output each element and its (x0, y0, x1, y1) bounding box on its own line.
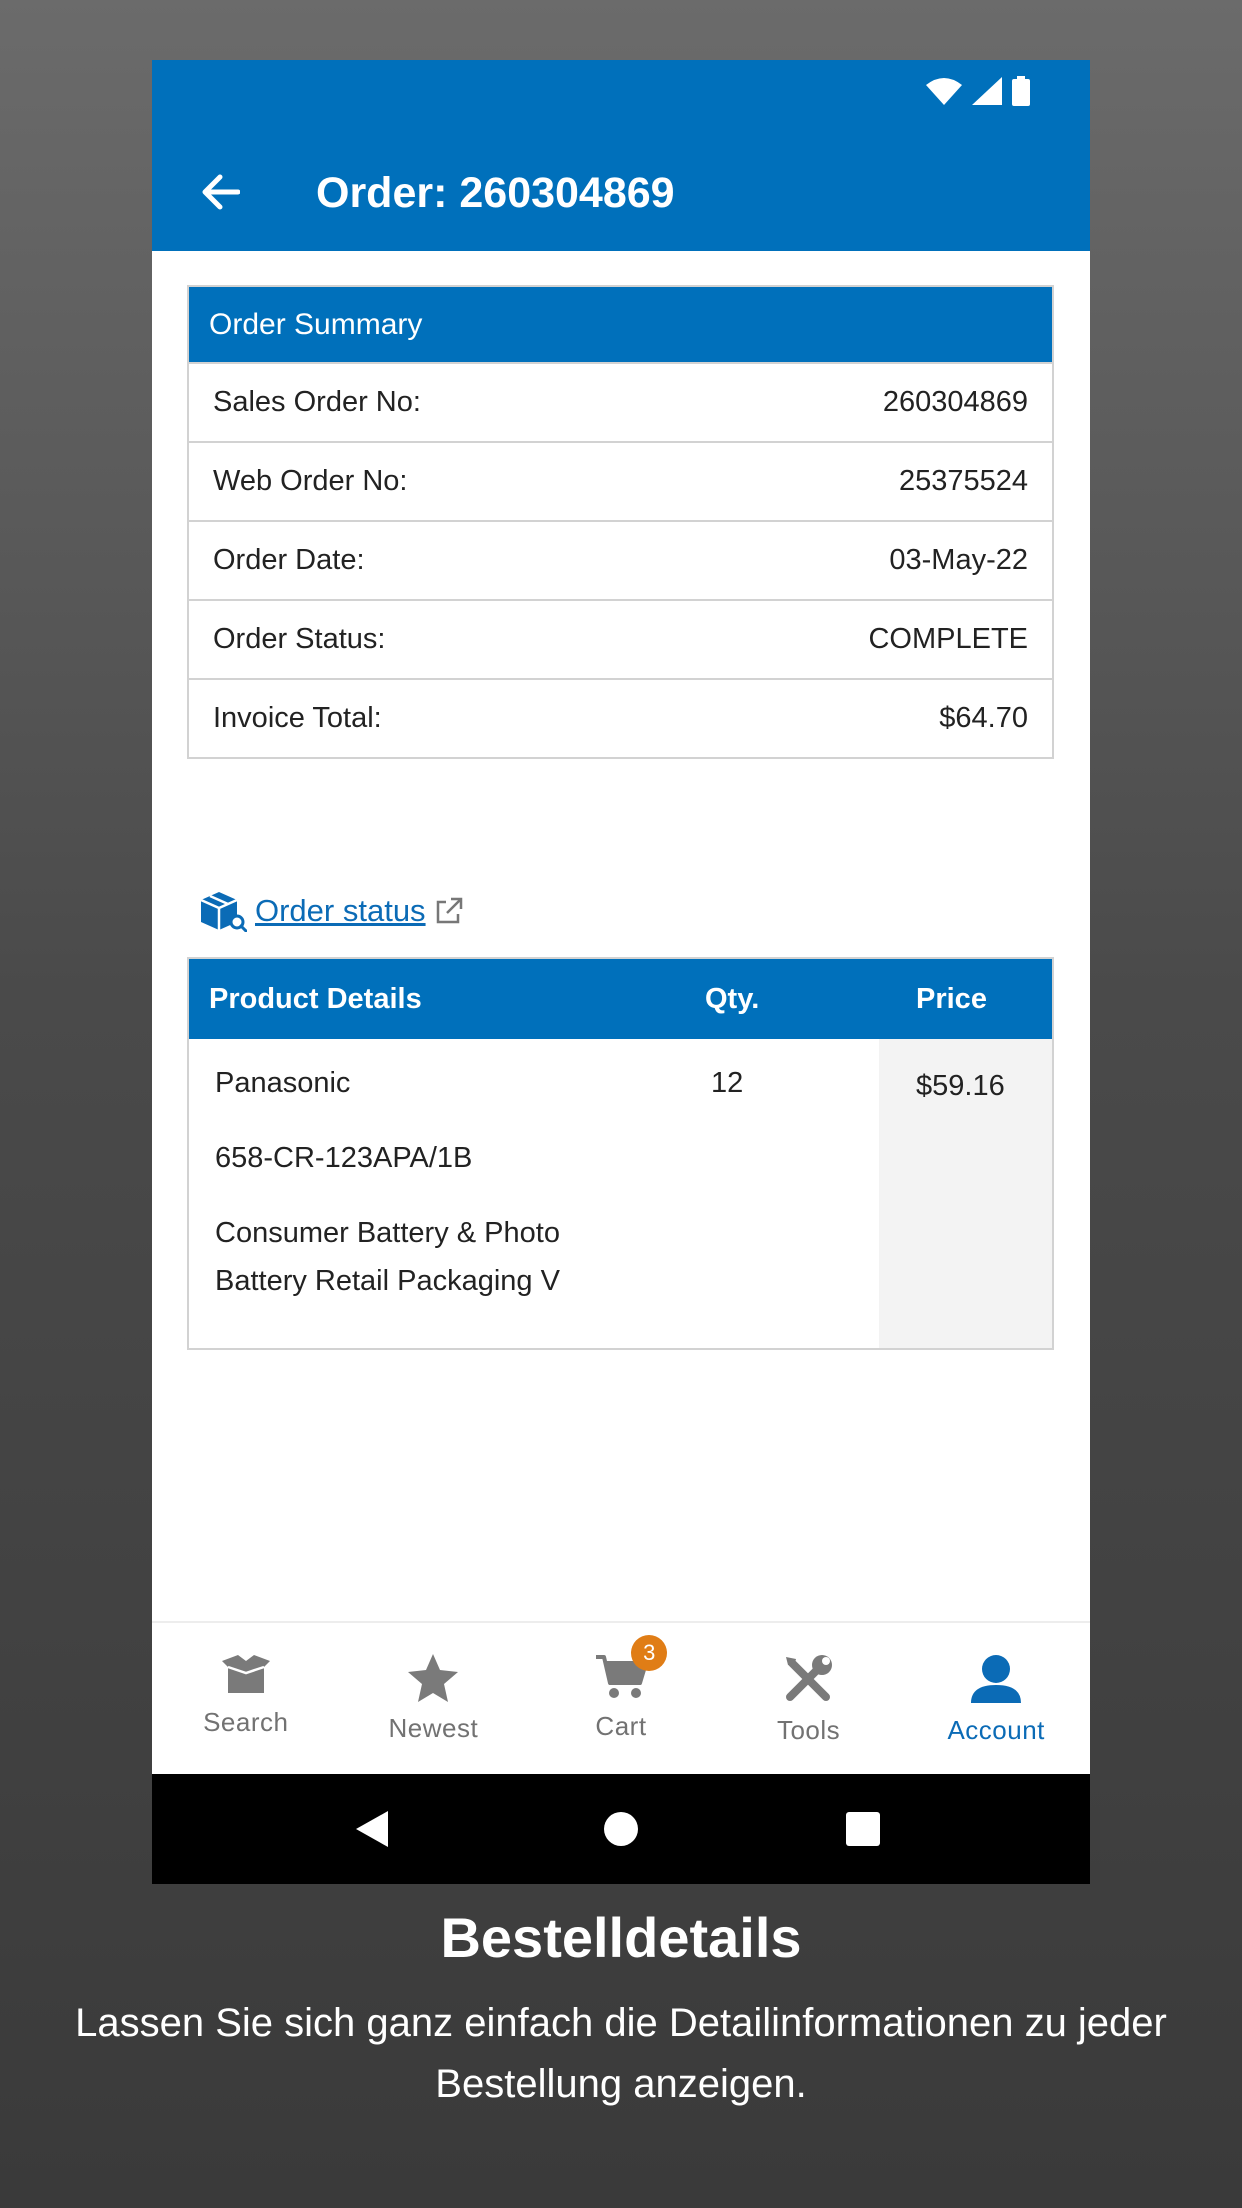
system-navigation-bar (152, 1774, 1090, 1884)
order-status-link[interactable]: Order status (197, 890, 464, 932)
order-summary-heading: Order Summary (189, 287, 1052, 362)
back-button[interactable] (190, 162, 250, 222)
order-summary-card: Order Summary Sales Order No: 260304869 … (187, 285, 1054, 759)
nav-label: Search (203, 1707, 289, 1737)
nav-label: Tools (776, 1715, 841, 1745)
system-back-button[interactable] (317, 1774, 427, 1884)
nav-account[interactable]: Account (902, 1623, 1090, 1774)
summary-value: COMPLETE (868, 623, 1028, 655)
square-recents-icon (846, 1812, 880, 1846)
package-search-icon (200, 892, 247, 932)
signal-icon (972, 77, 1002, 105)
caption-body: Lassen Sie sich ganz einfach die Detaili… (75, 2001, 1167, 2106)
product-qty: 12 (711, 1067, 744, 1099)
summary-label: Web Order No: (213, 465, 408, 497)
summary-value: $64.70 (939, 702, 1028, 734)
summary-value: 03-May-22 (889, 544, 1028, 576)
summary-row-web-order: Web Order No: 25375524 (189, 441, 1052, 520)
nav-label: Cart (595, 1711, 647, 1741)
nav-label: Newest (388, 1713, 479, 1743)
box-icon (221, 1655, 270, 1693)
summary-row-sales-order: Sales Order No: 260304869 (189, 362, 1052, 441)
nav-cart[interactable]: 3 Cart (527, 1623, 715, 1774)
status-bar-icons (926, 76, 1030, 106)
summary-label: Order Date: (213, 544, 365, 576)
system-home-button[interactable] (566, 1774, 676, 1884)
summary-label: Order Status: (213, 623, 386, 655)
summary-row-order-status: Order Status: COMPLETE (189, 599, 1052, 678)
phone-screen: Order: 260304869 Order Summary Sales Ord… (152, 60, 1090, 1884)
arrow-left-icon (202, 174, 240, 210)
nav-search[interactable]: Search (152, 1623, 340, 1774)
product-description-line2: Battery Retail Packaging V (215, 1265, 560, 1297)
caption-title: Bestelldetails (440, 1906, 802, 1969)
product-table-header: Product Details Qty. Price (189, 959, 1052, 1039)
system-recents-button[interactable] (808, 1774, 918, 1884)
tools-icon (785, 1655, 832, 1701)
star-icon (408, 1654, 459, 1702)
summary-row-invoice-total: Invoice Total: $64.70 (189, 678, 1052, 757)
nav-label: Account (947, 1715, 1045, 1745)
product-manufacturer: Panasonic (215, 1067, 351, 1099)
nav-newest[interactable]: Newest (340, 1623, 528, 1774)
summary-value: 25375524 (898, 465, 1028, 497)
nav-tools[interactable]: Tools (715, 1623, 903, 1774)
account-icon (971, 1655, 1022, 1703)
summary-label: Invoice Total: (213, 702, 382, 734)
external-link-icon (436, 897, 462, 924)
summary-value: 260304869 (882, 386, 1028, 418)
header-qty: Qty. (705, 983, 760, 1015)
page-title: Order: 260304869 (316, 169, 675, 217)
circle-home-icon (604, 1812, 638, 1846)
product-part-number: 658-CR-123APA/1B (215, 1142, 473, 1174)
wifi-icon (926, 78, 962, 105)
product-price: $59.16 (916, 1070, 1005, 1102)
triangle-back-icon (356, 1811, 388, 1847)
header-price: Price (916, 983, 987, 1015)
summary-label: Sales Order No: (213, 386, 421, 418)
product-description-line1: Consumer Battery & Photo (215, 1217, 560, 1249)
product-details-table: Product Details Qty. Price Panasonic 658… (187, 957, 1054, 1350)
cart-badge: 3 (631, 1635, 668, 1671)
summary-row-order-date: Order Date: 03-May-22 (189, 520, 1052, 599)
app-bar: Order: 260304869 (152, 60, 1090, 251)
bottom-navigation: Search Newest 3 Cart Tools Account (152, 1621, 1090, 1774)
battery-icon (1012, 76, 1030, 106)
table-row[interactable]: Panasonic 658-CR-123APA/1B Consumer Batt… (189, 1039, 1052, 1350)
header-product-details: Product Details (209, 983, 422, 1015)
order-status-link-label[interactable]: Order status (255, 893, 426, 929)
